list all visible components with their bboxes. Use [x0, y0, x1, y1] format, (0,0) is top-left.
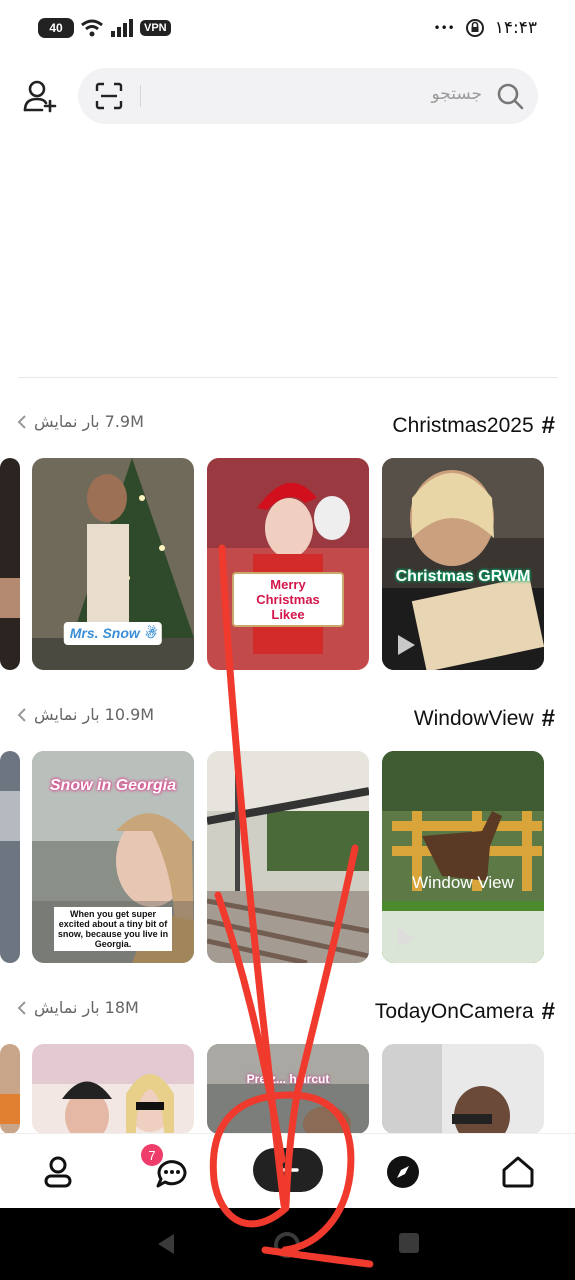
- views-label: 18M بار نمایش: [34, 998, 139, 1017]
- add-friend-button[interactable]: [22, 78, 58, 114]
- views-label: 10.9M بار نمایش: [34, 705, 155, 724]
- hash-icon: #: [541, 705, 555, 732]
- video-caption: Christmas GRWM: [395, 568, 531, 585]
- play-icon: [398, 928, 415, 948]
- video-thumbnail[interactable]: [32, 1044, 194, 1134]
- video-thumbnail[interactable]: Mrs. Snow ☃: [32, 458, 194, 670]
- wifi-icon: [81, 19, 103, 37]
- chevron-left-icon: [17, 414, 26, 429]
- views-label: 7.9M بار نمایش: [34, 412, 144, 431]
- video-thumbnail[interactable]: [0, 1044, 20, 1134]
- video-caption: Mrs. Snow ☃: [63, 622, 163, 645]
- create-button[interactable]: [253, 1148, 323, 1192]
- divider: [18, 377, 558, 378]
- play-icon: [398, 635, 415, 655]
- add-user-icon: [23, 80, 57, 113]
- video-caption: Pretz... haircut: [246, 1072, 330, 1086]
- video-caption: Merry Christmas Likee: [232, 572, 344, 627]
- section-header[interactable]: 18M بار نمایش TodayOnCamera #: [0, 996, 575, 1036]
- home-circle-icon[interactable]: [272, 1230, 302, 1260]
- video-row: Christmas GRWM Merry Christmas Likee Mrs…: [0, 458, 575, 670]
- video-caption: Window View: [412, 873, 514, 892]
- video-thumbnail[interactable]: Snow in Georgia When you get super excit…: [32, 751, 194, 963]
- search-input[interactable]: جستجو: [431, 84, 482, 104]
- video-thumbnail[interactable]: Pretz... haircut: [207, 1044, 369, 1134]
- home-icon: [502, 1156, 534, 1188]
- nav-explore[interactable]: [385, 1154, 421, 1190]
- video-thumbnail[interactable]: [382, 1044, 544, 1134]
- status-bar: 40 VPN ••• ۱۴:۴۳: [0, 0, 575, 60]
- vpn-badge: VPN: [140, 20, 171, 36]
- signal-icon: [111, 19, 133, 37]
- messages-badge: 7: [141, 1144, 163, 1166]
- battery-icon: 40: [38, 18, 74, 38]
- profile-icon: [44, 1156, 72, 1188]
- nav-profile[interactable]: [40, 1154, 76, 1190]
- video-thumbnail[interactable]: Christmas GRWM: [382, 458, 544, 670]
- section-header[interactable]: 7.9M بار نمایش # Christmas2025: [0, 410, 575, 450]
- scan-icon: [95, 82, 123, 110]
- video-caption: Snow in Georgia: [49, 777, 177, 794]
- system-nav-bar: [0, 1208, 575, 1280]
- recents-icon[interactable]: [398, 1232, 420, 1254]
- clock: ۱۴:۴۳: [494, 18, 537, 38]
- hashtag-title[interactable]: TodayOnCamera #: [375, 998, 555, 1026]
- search-icon: [494, 80, 526, 112]
- video-row: Window View Snow in Georgia When you get…: [0, 751, 575, 963]
- hashtag-name: TodayOnCamera: [374, 1000, 534, 1023]
- chevron-left-icon: [17, 707, 26, 722]
- views-count[interactable]: 7.9M بار نمایش: [16, 412, 144, 431]
- video-thumbnail[interactable]: [207, 751, 369, 963]
- lock-shield-icon: [465, 19, 484, 37]
- hashtag-name: WindowView: [413, 707, 534, 730]
- hashtag-title[interactable]: # Christmas2025: [392, 412, 555, 440]
- bottom-nav: 7: [0, 1133, 575, 1208]
- views-count[interactable]: 10.9M بار نمایش: [16, 705, 154, 724]
- nav-home[interactable]: [500, 1154, 536, 1190]
- search-bar[interactable]: جستجو: [78, 68, 538, 124]
- compass-icon: [387, 1156, 419, 1188]
- video-thumbnail[interactable]: Merry Christmas Likee: [207, 458, 369, 670]
- hash-icon: #: [541, 998, 555, 1025]
- video-row: Pretz... haircut: [0, 1044, 575, 1134]
- section-header[interactable]: 10.9M بار نمایش WindowView #: [0, 703, 575, 743]
- search-divider: [140, 85, 141, 107]
- plus-icon: [277, 1159, 299, 1181]
- video-thumbnail[interactable]: Window View: [382, 751, 544, 963]
- hashtag-name: Christmas2025: [392, 414, 534, 437]
- scan-button[interactable]: [94, 81, 124, 111]
- hashtag-title[interactable]: WindowView #: [414, 705, 555, 733]
- back-icon[interactable]: [154, 1232, 178, 1256]
- video-caption-small: When you get super excited about a tiny …: [54, 907, 172, 951]
- hash-icon: #: [541, 412, 555, 439]
- chevron-left-icon: [17, 1000, 26, 1015]
- video-thumbnail[interactable]: [0, 751, 20, 963]
- video-thumbnail[interactable]: [0, 458, 20, 670]
- more-dots: •••: [433, 21, 455, 35]
- views-count[interactable]: 18M بار نمایش: [16, 998, 139, 1017]
